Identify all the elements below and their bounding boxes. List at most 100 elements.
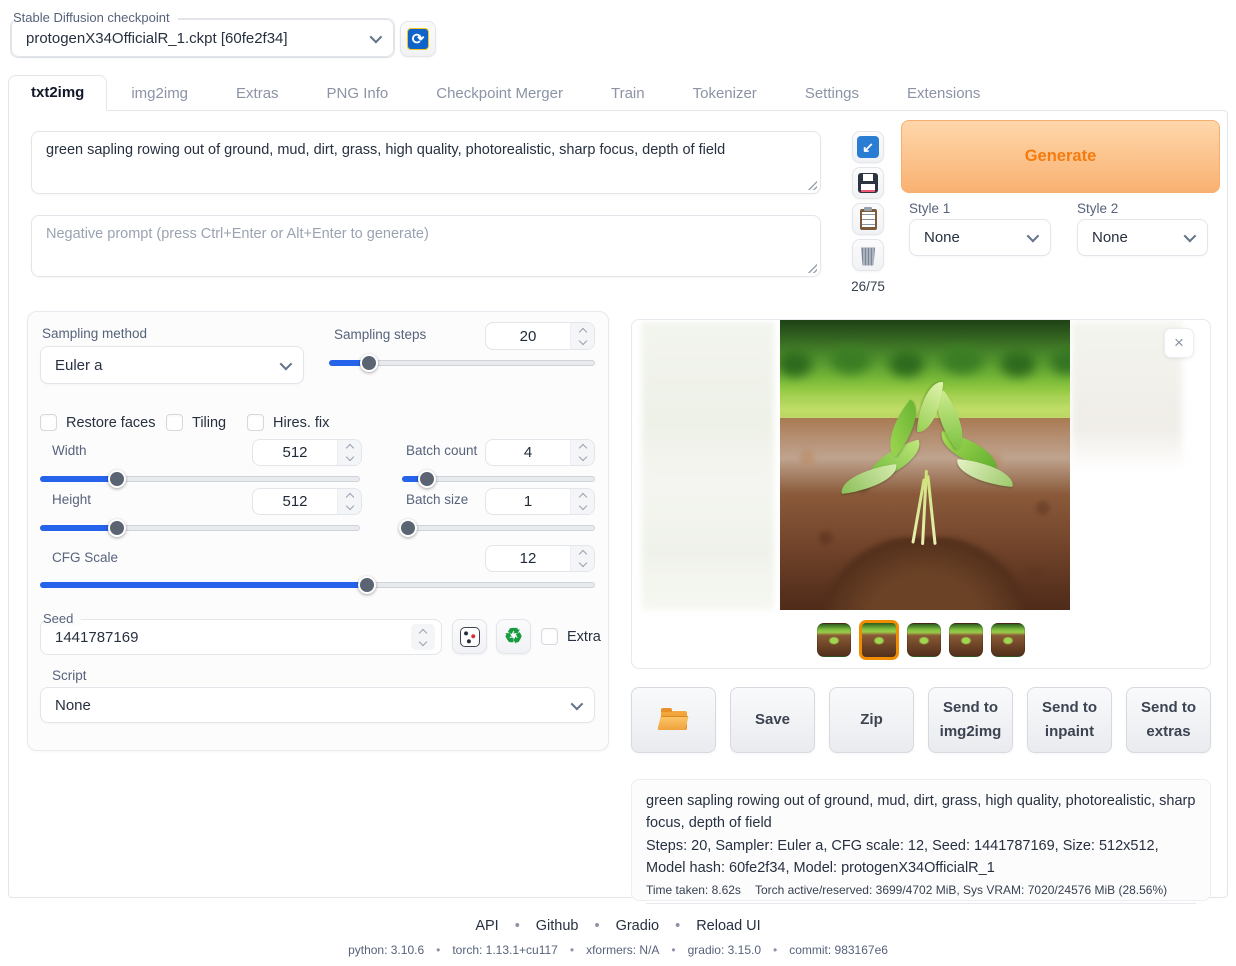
- width-input[interactable]: 512: [252, 439, 362, 466]
- seed-value[interactable]: 1441787169: [55, 629, 138, 646]
- tab-checkpoint-merger[interactable]: Checkpoint Merger: [412, 85, 587, 102]
- batch-count-label: Batch count: [406, 443, 477, 458]
- apply-style-button[interactable]: [852, 203, 884, 235]
- slider-thumb[interactable]: [418, 470, 436, 488]
- close-gallery-button[interactable]: ×: [1164, 328, 1194, 358]
- tab-img2img[interactable]: img2img: [107, 85, 212, 102]
- send-to-extras-button[interactable]: Send to extras: [1126, 687, 1211, 753]
- batch-count-slider[interactable]: [402, 470, 595, 488]
- checkpoint-dropdown-box: Stable Diffusion checkpoint protogenX34O…: [10, 18, 395, 58]
- cfg-scale-slider[interactable]: [40, 576, 595, 594]
- stepper-arrows[interactable]: [570, 323, 594, 349]
- tab-tokenizer[interactable]: Tokenizer: [669, 85, 781, 102]
- tab-txt2img[interactable]: txt2img: [8, 75, 107, 111]
- footer-link-gradio[interactable]: Gradio: [616, 918, 660, 934]
- slider-thumb[interactable]: [108, 519, 126, 537]
- style2-value: None: [1092, 229, 1128, 246]
- seed-box: Seed 1441787169: [40, 619, 442, 655]
- commit-hash: commit: 983167e6: [789, 943, 888, 957]
- extra-label: Extra: [567, 629, 601, 645]
- sampling-steps-input[interactable]: 20: [485, 322, 595, 350]
- tiling-option: Tiling: [166, 414, 226, 431]
- footer: API • Github • Gradio • Reload UI python…: [0, 918, 1236, 957]
- trash-icon: [860, 248, 877, 266]
- height-label: Height: [52, 492, 91, 507]
- stepper-arrows[interactable]: [337, 440, 361, 465]
- height-slider[interactable]: [40, 519, 360, 537]
- hires-fix-checkbox[interactable]: [247, 414, 264, 431]
- prompt-input[interactable]: green sapling rowing out of ground, mud,…: [32, 132, 820, 193]
- thumbnail-4[interactable]: [949, 623, 983, 657]
- negative-prompt-input[interactable]: [32, 216, 820, 276]
- random-seed-button[interactable]: [452, 619, 487, 654]
- footer-link-github[interactable]: Github: [536, 918, 579, 934]
- tab-extensions[interactable]: Extensions: [883, 85, 1004, 102]
- close-icon: ×: [1174, 333, 1184, 353]
- tab-extras[interactable]: Extras: [212, 85, 303, 102]
- gallery-prev-image[interactable]: [642, 322, 774, 610]
- width-value: 512: [253, 440, 337, 465]
- image-dirt-mound: [825, 537, 1025, 610]
- sampling-method-select[interactable]: Euler a: [40, 346, 304, 384]
- save-style-button[interactable]: [852, 167, 884, 199]
- slider-thumb[interactable]: [399, 519, 417, 537]
- stepper-arrows[interactable]: [570, 489, 594, 514]
- reuse-seed-button[interactable]: ♻: [496, 619, 531, 654]
- footer-link-api[interactable]: API: [475, 918, 498, 934]
- thumbnail-3[interactable]: [907, 623, 941, 657]
- tab-settings[interactable]: Settings: [781, 85, 883, 102]
- batch-size-slider[interactable]: [402, 519, 595, 537]
- cfg-scale-input[interactable]: 12: [485, 545, 595, 572]
- stepper-arrows[interactable]: [337, 489, 361, 514]
- sampling-steps-slider[interactable]: [329, 354, 595, 372]
- footer-link-reload-ui[interactable]: Reload UI: [696, 918, 760, 934]
- txt2img-panel: green sapling rowing out of ground, mud,…: [8, 110, 1228, 898]
- info-params-text: Steps: 20, Sampler: Euler a, CFG scale: …: [646, 835, 1196, 880]
- thumbnail-2-selected[interactable]: [859, 620, 899, 660]
- generated-image[interactable]: [780, 320, 1070, 610]
- restore-faces-checkbox[interactable]: [40, 414, 57, 431]
- bullet: •: [675, 918, 680, 934]
- send-to-img2img-button[interactable]: Send to img2img: [928, 687, 1013, 753]
- chevron-down-icon: [280, 357, 293, 370]
- width-slider[interactable]: [40, 470, 360, 488]
- zip-button[interactable]: Zip: [829, 687, 914, 753]
- slider-thumb[interactable]: [108, 470, 126, 488]
- clipboard-icon: [860, 209, 877, 230]
- batch-size-label: Batch size: [406, 492, 468, 507]
- batch-size-input[interactable]: 1: [485, 488, 595, 515]
- floppy-disk-icon: [858, 173, 878, 193]
- style1-select[interactable]: None: [909, 219, 1051, 256]
- bullet: •: [570, 943, 574, 957]
- tab-png-info[interactable]: PNG Info: [303, 85, 413, 102]
- extra-checkbox[interactable]: [541, 628, 558, 645]
- thumbnail-1[interactable]: [817, 623, 851, 657]
- open-folder-button[interactable]: [631, 687, 716, 753]
- output-actions: Save Zip Send to img2img Send to inpaint…: [631, 687, 1211, 753]
- script-value: None: [55, 697, 91, 714]
- stepper-arrows[interactable]: [570, 440, 594, 465]
- height-value: 512: [253, 489, 337, 514]
- save-button[interactable]: Save: [730, 687, 815, 753]
- slider-thumb[interactable]: [358, 576, 376, 594]
- send-to-inpaint-button[interactable]: Send to inpaint: [1027, 687, 1112, 753]
- hires-fix-label: Hires. fix: [273, 415, 329, 431]
- stepper-arrows[interactable]: [411, 624, 435, 650]
- stepper-arrows[interactable]: [570, 546, 594, 571]
- paste-params-button[interactable]: ↙: [852, 131, 884, 163]
- height-input[interactable]: 512: [252, 488, 362, 515]
- style2-select[interactable]: None: [1077, 219, 1208, 256]
- generate-button[interactable]: Generate: [901, 120, 1220, 193]
- refresh-checkpoints-button[interactable]: ⟳: [400, 21, 436, 57]
- batch-count-input[interactable]: 4: [485, 439, 595, 466]
- tab-train[interactable]: Train: [587, 85, 669, 102]
- tiling-checkbox[interactable]: [166, 414, 183, 431]
- folder-icon: [661, 711, 687, 730]
- script-select[interactable]: None: [40, 687, 595, 723]
- batch-count-value: 4: [486, 440, 570, 465]
- thumbnail-5[interactable]: [991, 623, 1025, 657]
- chevron-down-icon: [370, 30, 383, 43]
- clear-prompt-button[interactable]: [852, 239, 884, 271]
- slider-thumb[interactable]: [360, 354, 378, 372]
- info-time-row: Time taken: 8.62s Torch active/reserved:…: [646, 883, 1196, 904]
